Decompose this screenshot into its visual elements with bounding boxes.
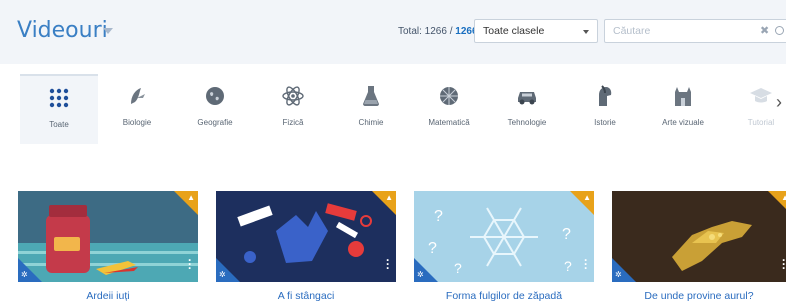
svg-text:?: ? <box>434 208 443 225</box>
category-chimie[interactable]: Chimie <box>332 74 410 144</box>
svg-text:?: ? <box>564 258 572 274</box>
category-label: Tehnologie <box>507 118 547 127</box>
video-thumbnail <box>18 191 198 282</box>
category-biologie[interactable]: Biologie <box>98 74 176 144</box>
search-placeholder: Căutare <box>613 25 651 37</box>
category-label: Arte vizuale <box>662 118 704 127</box>
biology-icon <box>131 88 145 104</box>
category-label: Fizică <box>282 118 304 127</box>
lock-icon: ▲ <box>583 193 591 202</box>
category-toate[interactable]: Toate <box>20 74 98 144</box>
film-icon: ✲ <box>417 270 424 279</box>
more-options-icon[interactable]: · · · <box>782 254 786 274</box>
math-icon <box>440 87 458 105</box>
title-dropdown-icon[interactable] <box>103 28 113 34</box>
helmet-icon <box>599 85 612 106</box>
video-title[interactable]: Forma fulgilor de zăpadă <box>414 290 594 302</box>
chevron-right-icon[interactable]: › <box>776 92 782 113</box>
chevron-down-icon <box>583 30 589 34</box>
category-fizica[interactable]: Fizică <box>254 74 332 144</box>
car-icon <box>518 92 536 105</box>
search-icon[interactable] <box>775 26 784 35</box>
category-tehnologie[interactable]: Tehnologie <box>488 74 566 144</box>
film-icon: ✲ <box>615 270 622 279</box>
film-icon: ✲ <box>21 270 28 279</box>
video-thumbnail <box>216 191 396 282</box>
video-thumbnail: ? ? ? ? ? <box>414 191 594 282</box>
more-options-icon[interactable]: · · · <box>386 254 390 274</box>
video-card[interactable]: ▲ ✲ · · · <box>612 191 786 282</box>
more-options-icon[interactable]: · · · <box>584 254 588 274</box>
category-arte-vizuale[interactable]: Arte vizuale <box>644 74 722 144</box>
building-icon <box>675 87 691 106</box>
category-label: Chimie <box>358 118 384 127</box>
search-input[interactable]: Căutare ✖ <box>604 19 786 43</box>
category-istorie[interactable]: Istorie <box>566 74 644 144</box>
category-geografie[interactable]: Geografie <box>176 74 254 144</box>
svg-text:?: ? <box>454 260 462 276</box>
clear-icon[interactable]: ✖ <box>760 24 769 37</box>
video-card[interactable]: ▲ ✲ · · · <box>18 191 198 282</box>
category-matematica[interactable]: Matematică <box>410 74 488 144</box>
svg-text:?: ? <box>428 240 437 257</box>
grid-icon <box>49 88 69 108</box>
lock-icon: ▲ <box>385 193 393 202</box>
video-card[interactable]: ? ? ? ? ? ▲ ✲ · · · <box>414 191 594 282</box>
category-label: Toate <box>49 120 69 129</box>
category-label: Matematică <box>428 118 470 127</box>
video-title[interactable]: De unde provine aurul? <box>612 290 786 302</box>
category-label: Biologie <box>122 118 152 127</box>
top-bar: Videouri Total: 1266 / 1266 Toate clasel… <box>0 0 786 64</box>
video-title[interactable]: Ardeii iuți <box>18 290 198 302</box>
film-icon: ✲ <box>219 270 226 279</box>
lock-icon: ▲ <box>187 193 195 202</box>
page-title: Videouri <box>17 18 108 43</box>
flask-icon <box>363 86 379 106</box>
more-options-icon[interactable]: · · · <box>188 254 192 274</box>
lock-icon: ▲ <box>781 193 786 202</box>
graduation-icon <box>750 88 772 103</box>
category-label: Tutorial <box>747 118 775 127</box>
globe-icon <box>206 87 224 105</box>
video-thumbnail <box>612 191 786 282</box>
category-label: Geografie <box>197 118 233 127</box>
video-title[interactable]: A fi stângaci <box>216 290 396 302</box>
total-count: Total: 1266 / 1266 <box>398 26 478 37</box>
class-select[interactable]: Toate clasele <box>474 19 598 43</box>
svg-text:?: ? <box>562 226 571 243</box>
class-select-value: Toate clasele <box>483 25 545 37</box>
atom-icon <box>282 86 304 106</box>
video-card[interactable]: ▲ ✲ · · · <box>216 191 396 282</box>
category-label: Istorie <box>594 118 616 127</box>
